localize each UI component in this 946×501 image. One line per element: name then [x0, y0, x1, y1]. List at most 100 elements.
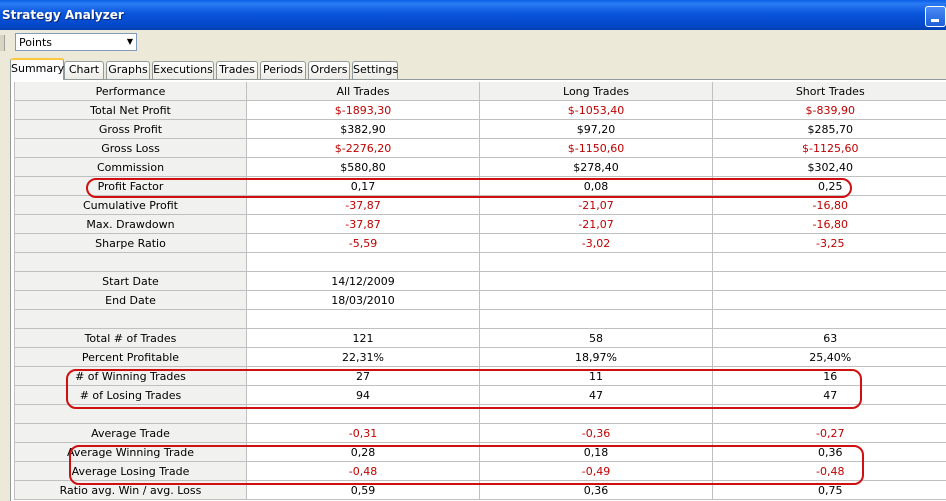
table-row[interactable]: End Date 18/03/2010 — [14, 290, 946, 310]
table-row[interactable]: # of Winning Trades 27 11 16 — [14, 366, 946, 386]
column-header-long-trades[interactable]: Long Trades — [479, 82, 713, 101]
cell-value — [712, 271, 946, 291]
display-unit-dropdown[interactable]: Points ▼ — [15, 33, 137, 51]
cell-value: -37,87 — [246, 214, 480, 234]
cell-value: -3,02 — [479, 233, 713, 253]
cell-value: 25,40% — [712, 347, 946, 367]
column-header-performance[interactable]: Performance — [14, 82, 247, 101]
chevron-down-icon: ▼ — [126, 37, 133, 46]
cell-value: -0,48 — [246, 461, 480, 481]
table-row[interactable]: Total Net Profit $-1893,30 $-1053,40 $-839,… — [14, 100, 946, 120]
table-row[interactable]: Gross Loss $-2276,20 $-1150,60 $-1125,60 — [14, 138, 946, 158]
table-row[interactable] — [14, 252, 946, 272]
tab-summary[interactable]: Summary — [10, 58, 64, 80]
tab-executions[interactable]: Executions — [152, 61, 214, 79]
window-title: Strategy Analyzer — [2, 8, 124, 22]
cell-value — [246, 309, 480, 329]
tab-strip: Summary Chart Graphs Executions Trades P… — [0, 58, 946, 80]
cell-value: 22,31% — [246, 347, 480, 367]
cell-value — [479, 290, 713, 310]
cell-value — [479, 271, 713, 291]
table-row[interactable]: Ratio avg. Win / avg. Loss 0,59 0,36 0,75 — [14, 480, 946, 500]
cell-value: $-1053,40 — [479, 100, 713, 120]
cell-value — [246, 252, 480, 272]
cell-value: $285,70 — [712, 119, 946, 139]
tab-label: Orders — [310, 63, 348, 76]
row-label: Max. Drawdown — [14, 214, 247, 234]
table-row[interactable] — [14, 309, 946, 329]
row-label: Average Trade — [14, 423, 247, 443]
row-label: Total Net Profit — [14, 100, 247, 120]
tab-settings[interactable]: Settings — [352, 61, 398, 79]
row-label: Commission — [14, 157, 247, 177]
tab-label: Graphs — [108, 63, 148, 76]
row-label: Gross Loss — [14, 138, 247, 158]
table-row[interactable]: Cumulative Profit -37,87 -21,07 -16,80 — [14, 195, 946, 215]
row-label: Gross Profit — [14, 119, 247, 139]
cell-value: 18/03/2010 — [246, 290, 480, 310]
column-header-all-trades[interactable]: All Trades — [246, 82, 480, 101]
cell-value: 27 — [246, 366, 480, 386]
cell-value: 16 — [712, 366, 946, 386]
table-row[interactable]: Average Trade -0,31 -0,36 -0,27 — [14, 423, 946, 443]
cell-value: -0,48 — [712, 461, 946, 481]
tab-label: Summary — [11, 62, 65, 75]
cell-value — [479, 309, 713, 329]
tab-trades[interactable]: Trades — [216, 61, 258, 79]
row-label: # of Winning Trades — [14, 366, 247, 386]
cell-value: 18,97% — [479, 347, 713, 367]
table-row[interactable]: Average Winning Trade 0,28 0,18 0,36 — [14, 442, 946, 462]
table-header-row: Performance All Trades Long Trades Short… — [14, 82, 946, 101]
cell-value: $-1150,60 — [479, 138, 713, 158]
cell-value: 63 — [712, 328, 946, 348]
table-row[interactable]: Average Losing Trade -0,48 -0,49 -0,48 — [14, 461, 946, 481]
table-row[interactable]: Sharpe Ratio -5,59 -3,02 -3,25 — [14, 233, 946, 253]
summary-panel: Performance All Trades Long Trades Short… — [10, 80, 946, 501]
title-bar[interactable]: Strategy Analyzer — [0, 0, 946, 30]
minimize-button[interactable] — [925, 6, 946, 27]
table-row[interactable]: Percent Profitable 22,31% 18,97% 25,40% — [14, 347, 946, 367]
cell-value: -0,31 — [246, 423, 480, 443]
cell-value — [712, 252, 946, 272]
cell-value: 0,36 — [712, 442, 946, 462]
toolbar-grip-icon[interactable] — [0, 35, 5, 51]
row-label: # of Losing Trades — [14, 385, 247, 405]
cell-value — [246, 404, 480, 424]
performance-table: Performance All Trades Long Trades Short… — [14, 82, 946, 500]
table-row[interactable]: # of Losing Trades 94 47 47 — [14, 385, 946, 405]
table-row[interactable]: Start Date 14/12/2009 — [14, 271, 946, 291]
cell-value: -16,80 — [712, 214, 946, 234]
cell-value: -37,87 — [246, 195, 480, 215]
cell-value: 0,75 — [712, 480, 946, 500]
cell-value: 0,25 — [712, 176, 946, 196]
cell-value: $97,20 — [479, 119, 713, 139]
cell-value: 47 — [712, 385, 946, 405]
cell-value: -0,27 — [712, 423, 946, 443]
cell-value — [712, 404, 946, 424]
tab-label: Trades — [219, 63, 255, 76]
cell-value: 0,59 — [246, 480, 480, 500]
cell-value: 14/12/2009 — [246, 271, 480, 291]
tab-chart[interactable]: Chart — [64, 61, 104, 79]
tab-label: Executions — [153, 63, 213, 76]
column-header-short-trades[interactable]: Short Trades — [712, 82, 946, 101]
table-row[interactable]: Profit Factor 0,17 0,08 0,25 — [14, 176, 946, 196]
cell-value — [479, 252, 713, 272]
cell-value: -16,80 — [712, 195, 946, 215]
table-row[interactable]: Commission $580,80 $278,40 $302,40 — [14, 157, 946, 177]
table-row[interactable]: Total # of Trades 121 58 63 — [14, 328, 946, 348]
tab-orders[interactable]: Orders — [308, 61, 350, 79]
cell-value: $580,80 — [246, 157, 480, 177]
row-label: Sharpe Ratio — [14, 233, 247, 253]
table-row[interactable] — [14, 404, 946, 424]
tab-periods[interactable]: Periods — [260, 61, 306, 79]
cell-value: 0,08 — [479, 176, 713, 196]
row-label: Average Losing Trade — [14, 461, 247, 481]
cell-value: -21,07 — [479, 214, 713, 234]
tab-graphs[interactable]: Graphs — [106, 61, 150, 79]
cell-value: 0,28 — [246, 442, 480, 462]
table-row[interactable]: Max. Drawdown -37,87 -21,07 -16,80 — [14, 214, 946, 234]
table-row[interactable]: Gross Profit $382,90 $97,20 $285,70 — [14, 119, 946, 139]
tab-label: Periods — [262, 63, 304, 76]
cell-value: 47 — [479, 385, 713, 405]
